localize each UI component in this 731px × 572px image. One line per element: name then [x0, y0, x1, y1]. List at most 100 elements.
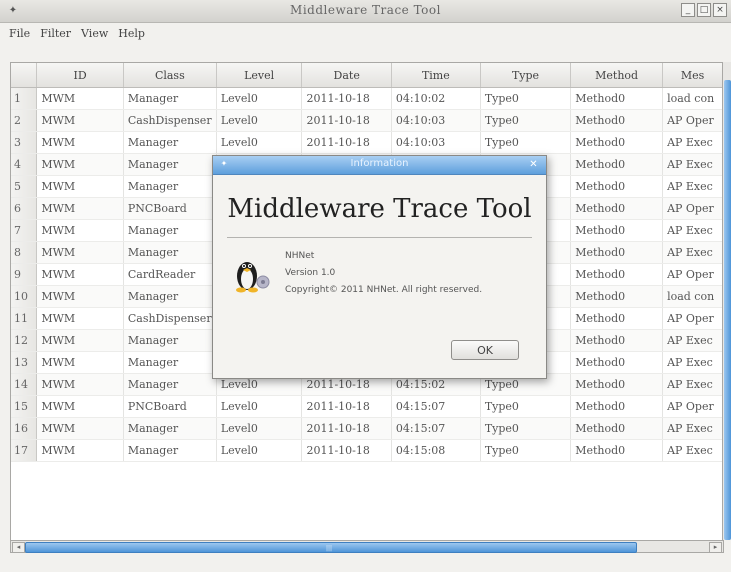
cell-id: MWM: [36, 109, 124, 132]
cell-class: Manager: [123, 351, 217, 374]
dialog-divider: [227, 237, 532, 238]
minimize-button[interactable]: _: [681, 3, 695, 17]
cell-id: MWM: [36, 395, 124, 418]
cell-time: 04:15:08: [391, 439, 481, 462]
cell-message: AP Oper: [662, 395, 723, 418]
column-header-id[interactable]: ID: [36, 63, 124, 88]
row-number: 5: [11, 175, 38, 198]
row-number: 1: [11, 87, 38, 110]
row-number: 12: [11, 329, 38, 352]
dialog-version: Version 1.0: [285, 268, 336, 278]
cell-level: Level0: [216, 109, 303, 132]
cell-type: Type0: [480, 131, 572, 154]
dialog-title: Information: [350, 158, 409, 169]
cell-message: AP Exec: [662, 219, 723, 242]
cell-time: 04:10:03: [391, 131, 481, 154]
cell-class: CashDispenser: [123, 307, 217, 330]
cell-level: Level0: [216, 87, 303, 110]
column-header-level[interactable]: Level: [216, 63, 303, 88]
maximize-button[interactable]: □: [697, 3, 711, 17]
cell-id: MWM: [36, 175, 124, 198]
row-number: 7: [11, 219, 38, 242]
cell-class: Manager: [123, 153, 217, 176]
table-row[interactable]: 15 MWM PNCBoard Level0 2011-10-18 04:15:07 Typ…: [11, 395, 723, 418]
cell-level: Level0: [216, 417, 303, 440]
cell-message: AP Oper: [662, 109, 723, 132]
title-bar: ✦ Middleware Trace Tool _ □ ×: [0, 0, 731, 23]
cell-method: Method0: [570, 87, 664, 110]
menu-filter[interactable]: Filter: [35, 27, 76, 40]
menu-view[interactable]: View: [76, 27, 113, 40]
table-row[interactable]: 16 MWM Manager Level0 2011-10-18 04:15:07 Type…: [11, 417, 723, 440]
table-header-row: ID Class Level Date Time Type Method Mes: [11, 63, 723, 88]
close-button[interactable]: ×: [713, 3, 727, 17]
vertical-scrollbar[interactable]: [722, 62, 731, 540]
dialog-info: NHNet Version 1.0 Copyright© 2011 NHNet.…: [285, 248, 482, 299]
row-number: 11: [11, 307, 38, 330]
cell-level: Level0: [216, 131, 303, 154]
table-row[interactable]: 2 MWM CashDispenser Level0 2011-10-18 04:10:0…: [11, 109, 723, 132]
cell-id: MWM: [36, 87, 124, 110]
cell-type: Type0: [480, 395, 572, 418]
cell-message: AP Oper: [662, 307, 723, 330]
cell-message: AP Exec: [662, 373, 723, 396]
vertical-scroll-thumb[interactable]: [724, 80, 731, 540]
cell-date: 2011-10-18: [301, 439, 392, 462]
about-dialog: ✦ Information ✕ Middleware Trace Tool NH…: [212, 155, 547, 379]
table-row[interactable]: 17 MWM Manager Level0 2011-10-18 04:15:08 Type…: [11, 439, 723, 462]
scroll-left-arrow-icon[interactable]: ◂: [12, 542, 25, 553]
cell-method: Method0: [570, 263, 664, 286]
cell-type: Type0: [480, 109, 572, 132]
menu-file[interactable]: File: [4, 27, 35, 40]
cell-class: Manager: [123, 417, 217, 440]
dialog-close-icon[interactable]: ✕: [528, 159, 539, 170]
menu-help[interactable]: Help: [113, 27, 150, 40]
column-header-method[interactable]: Method: [570, 63, 664, 88]
cell-class: PNCBoard: [123, 197, 217, 220]
cell-id: MWM: [36, 439, 124, 462]
scroll-right-arrow-icon[interactable]: ▸: [709, 542, 722, 553]
row-number: 2: [11, 109, 38, 132]
row-number: 17: [11, 439, 38, 462]
cell-time: 04:15:07: [391, 417, 481, 440]
horizontal-scrollbar[interactable]: ◂ ||| ▸: [10, 540, 724, 553]
window-title: Middleware Trace Tool: [290, 3, 441, 17]
cell-id: MWM: [36, 351, 124, 374]
cell-class: CardReader: [123, 263, 217, 286]
ok-button[interactable]: OK: [451, 340, 519, 360]
cell-message: AP Exec: [662, 329, 723, 352]
horizontal-scroll-thumb[interactable]: |||: [25, 542, 637, 553]
cell-message: load con: [662, 285, 723, 308]
cell-time: 04:10:02: [391, 87, 481, 110]
column-header-type[interactable]: Type: [480, 63, 572, 88]
cell-id: MWM: [36, 329, 124, 352]
cell-message: AP Exec: [662, 131, 723, 154]
cell-time: 04:15:07: [391, 395, 481, 418]
cell-date: 2011-10-18: [301, 417, 392, 440]
cell-id: MWM: [36, 153, 124, 176]
cell-class: Manager: [123, 329, 217, 352]
table-row[interactable]: 3 MWM Manager Level0 2011-10-18 04:10:03 Type0…: [11, 131, 723, 154]
cell-class: CashDispenser: [123, 109, 217, 132]
column-header-time[interactable]: Time: [391, 63, 481, 88]
dialog-copyright: Copyright© 2011 NHNet. All right reserve…: [285, 285, 483, 295]
row-number: 15: [11, 395, 38, 418]
menu-bar: File Filter View Help: [0, 23, 731, 43]
cell-message: AP Exec: [662, 417, 723, 440]
cell-method: Method0: [570, 197, 664, 220]
column-header-message[interactable]: Mes: [662, 63, 723, 88]
row-number: 3: [11, 131, 38, 154]
cell-class: Manager: [123, 219, 217, 242]
row-number: 14: [11, 373, 38, 396]
column-header-date[interactable]: Date: [301, 63, 392, 88]
cell-id: MWM: [36, 241, 124, 264]
scroll-grip-icon: |||: [326, 545, 333, 552]
cell-id: MWM: [36, 219, 124, 242]
cell-message: AP Oper: [662, 197, 723, 220]
cell-message: load con: [662, 87, 723, 110]
cell-level: Level0: [216, 395, 303, 418]
cell-type: Type0: [480, 87, 572, 110]
cell-method: Method0: [570, 285, 664, 308]
table-row[interactable]: 1 MWM Manager Level0 2011-10-18 04:10:02 Type0…: [11, 87, 723, 110]
column-header-class[interactable]: Class: [123, 63, 217, 88]
